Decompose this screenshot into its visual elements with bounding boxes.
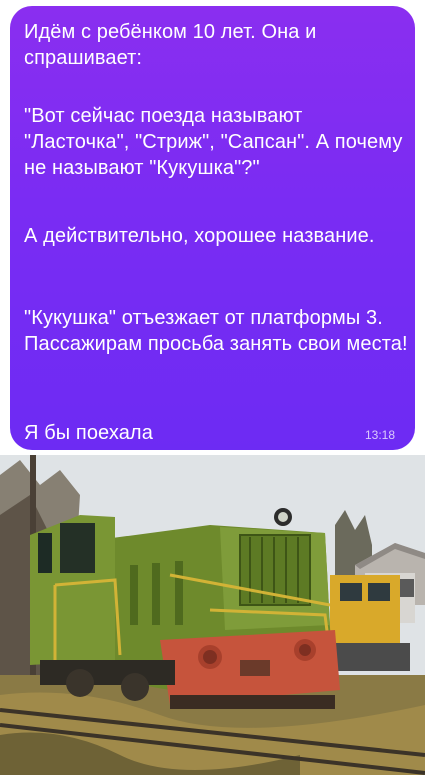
locomotive-photo [0,455,425,775]
message-paragraph-4: "Кукушка" отъезжает от платформы 3. Пасс… [24,307,408,355]
message-paragraph-3: А действительно, хорошее название. [24,225,375,247]
message-paragraph-5: Я бы поехала [24,422,153,444]
message-timestamp: 13:18 [364,428,395,442]
locomotive-image [0,455,425,775]
message-bubble[interactable]: Идём с ребёнком 10 лет. Она и спрашивает… [10,6,415,450]
message-paragraph-1: Идём с ребёнком 10 лет. Она и спрашивает… [24,21,323,69]
message-paragraph-2: "Вот сейчас поезда называют "Ласточка", … [24,105,409,179]
message-area: Идём с ребёнком 10 лет. Она и спрашивает… [0,0,425,455]
